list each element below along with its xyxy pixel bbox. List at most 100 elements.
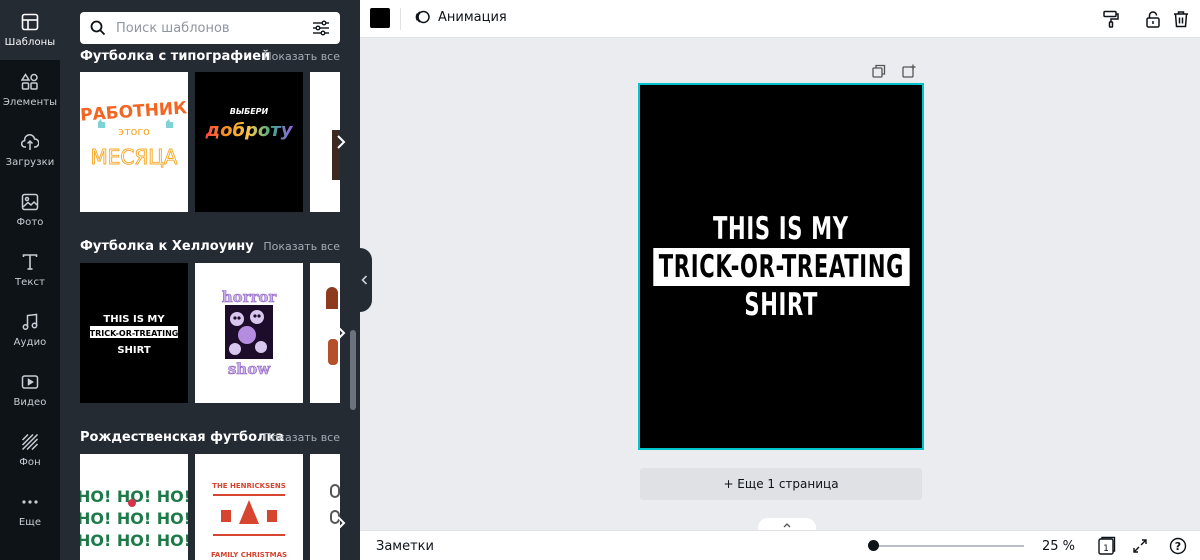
fullscreen-button[interactable] [1130, 536, 1150, 556]
side-rail: Шаблоны Элементы Загрузки Фото Текст Ауд… [0, 0, 60, 560]
template-thumb-partial[interactable] [310, 454, 340, 560]
rail-item-label: Фото [16, 216, 44, 228]
help-button[interactable]: ? [1168, 536, 1188, 556]
ho-ho-ho-design: HO! HO! HO! HO! HO! HO! HO! HO! HO! [80, 487, 188, 550]
delete-button[interactable] [1170, 8, 1192, 30]
template-thumb[interactable]: HO! HO! HO! HO! HO! HO! HO! HO! HO! [80, 454, 188, 560]
employee-of-month-design: РАБОТНИК этого МЕСЯЦА [80, 98, 188, 169]
rail-item-video[interactable]: Видео [0, 360, 60, 420]
rail-item-label: Еще [18, 516, 42, 528]
video-icon [21, 374, 39, 389]
page-count-button[interactable]: 1 [1096, 536, 1116, 556]
thumb-text: FAMILY CHRISTMAS [211, 551, 287, 559]
add-page-button[interactable]: + Еще 1 страница [640, 468, 922, 500]
editor-toolbar: Анимация [360, 0, 1200, 38]
design-page[interactable]: THIS IS MY TRICK-OR-TREATING SHIRT [638, 83, 924, 450]
zoom-value[interactable]: 25 % [1042, 539, 1075, 554]
chevron-right-icon [337, 516, 346, 530]
rail-item-uploads[interactable]: Загрузки [0, 120, 60, 180]
search-input[interactable] [116, 20, 302, 36]
trash-icon [1174, 11, 1188, 28]
chevron-up-icon [783, 523, 791, 528]
page-tools [870, 62, 918, 80]
canvas-line-1[interactable]: THIS IS MY [713, 210, 849, 248]
collapse-panel-button[interactable] [356, 248, 372, 312]
thumb-text: МЕСЯЦА [91, 145, 178, 169]
chevron-right-icon [337, 326, 346, 340]
thumb-text: РАБОТНИК [80, 98, 188, 125]
scroll-right-button[interactable] [328, 510, 354, 536]
pages-icon: 1 [1098, 536, 1116, 555]
zoom-slider[interactable] [874, 545, 1024, 547]
filter-icon[interactable] [312, 20, 330, 36]
rail-item-label: Загрузки [5, 156, 55, 168]
thumb-text: THIS IS MY [103, 314, 165, 325]
more-icon [22, 499, 38, 504]
toolbar-divider [400, 8, 401, 30]
section-title: Рождественская футболка [80, 430, 285, 445]
rail-item-text[interactable]: Текст [0, 240, 60, 300]
search-icon [90, 20, 106, 36]
animate-label: Анимация [438, 9, 507, 25]
rail-item-label: Шаблоны [4, 36, 56, 48]
duplicate-icon [872, 64, 886, 78]
trick-or-treating-design: THIS IS MY TRICK-OR-TREATING SHIRT [90, 314, 179, 356]
rail-item-more[interactable]: Еще [0, 480, 60, 540]
text-color-swatch[interactable] [370, 8, 390, 28]
thumb-text: show [228, 360, 271, 378]
elements-icon [21, 72, 38, 90]
template-thumb[interactable]: horror show [195, 263, 303, 403]
thumb-text: SHIRT [117, 345, 151, 356]
help-glyph: ? [1175, 540, 1181, 553]
template-thumb[interactable]: THE HENRICKSENS FAMILY CHRISTMAS [195, 454, 303, 560]
music-icon [22, 313, 38, 330]
rail-item-background[interactable]: Фон [0, 420, 60, 480]
notes-button[interactable]: Заметки [376, 539, 434, 554]
animate-button[interactable]: Анимация [414, 9, 507, 25]
canvas-line-2[interactable]: TRICK-OR-TREATING [652, 247, 910, 286]
template-thumb[interactable]: ВЫБЕРИ доброту [195, 72, 303, 212]
chevron-left-icon [360, 275, 367, 285]
help-icon: ? [1169, 537, 1187, 555]
zoom-slider-handle[interactable] [868, 540, 879, 551]
rail-item-elements[interactable]: Элементы [0, 60, 60, 120]
show-all-link[interactable]: Показать все [263, 431, 340, 444]
canvas-line-3[interactable]: SHIRT [744, 286, 818, 324]
paint-roller-icon [1103, 10, 1119, 28]
thumb-text: HO! HO! HO! [80, 509, 188, 528]
lock-button[interactable] [1142, 8, 1164, 30]
panel-scrollbar[interactable] [350, 330, 356, 410]
show-all-link[interactable]: Показать все [263, 240, 340, 253]
lock-icon [1146, 11, 1160, 28]
template-thumb[interactable]: THIS IS MY TRICK-OR-TREATING SHIRT [80, 263, 188, 403]
thumb-text: доброту [205, 120, 294, 141]
duplicate-page-button[interactable] [870, 62, 888, 80]
copy-style-button[interactable] [1100, 8, 1122, 30]
section-title: Футболка к Хеллоуину [80, 239, 254, 254]
thumb-text: TRICK-OR-TREATING [90, 329, 179, 338]
add-page-icon-button[interactable] [900, 62, 918, 80]
animation-icon [415, 10, 430, 24]
scroll-right-button[interactable] [328, 129, 354, 155]
expand-icon [1133, 539, 1147, 553]
section-title: Футболка с типографией [80, 49, 271, 64]
text-icon [22, 253, 38, 270]
rail-item-label: Фон [19, 456, 41, 468]
rail-item-label: Элементы [2, 96, 58, 108]
thumb-text: HO! HO! HO! [80, 531, 188, 550]
rail-item-templates[interactable]: Шаблоны [0, 0, 60, 60]
template-search [80, 12, 340, 44]
rail-item-audio[interactable]: Аудио [0, 300, 60, 360]
family-christmas-design: THE HENRICKSENS FAMILY CHRISTMAS [211, 482, 287, 559]
background-icon [21, 433, 39, 450]
page-count: 1 [1103, 544, 1109, 554]
template-thumb[interactable]: РАБОТНИК этого МЕСЯЦА [80, 72, 188, 212]
rail-item-photos[interactable]: Фото [0, 180, 60, 240]
upload-icon [21, 133, 39, 150]
templates-icon [21, 13, 39, 30]
show-all-link[interactable]: Показать все [263, 50, 340, 63]
bottom-bar: Заметки 25 % 1 ? [360, 530, 1200, 560]
thumb-text: этого [118, 125, 150, 138]
add-page-icon [902, 64, 916, 78]
thumb-text: horror [222, 288, 278, 306]
